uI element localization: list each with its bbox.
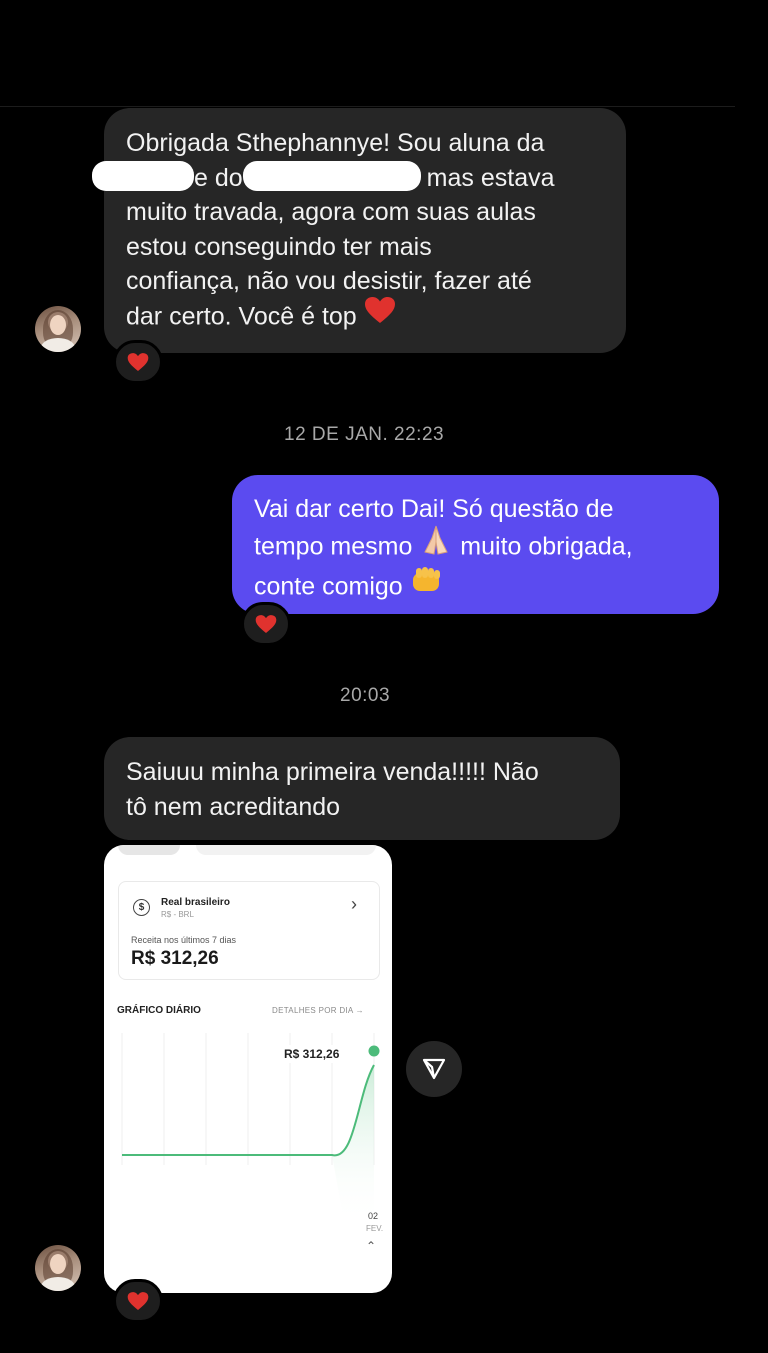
chevron-right-icon: › [351, 894, 357, 914]
screenshot-top-tab [118, 845, 180, 855]
header-divider [0, 106, 735, 107]
avatar[interactable] [35, 306, 81, 352]
currency-code: R$ - BRL [161, 910, 194, 919]
shared-screenshot[interactable]: $ Real brasileiro R$ - BRL › Receita nos… [104, 845, 392, 1293]
details-link: DETALHES POR DIA → [272, 1006, 364, 1015]
currency-name: Real brasileiro [161, 897, 230, 908]
outgoing-message[interactable]: Vai dar certo Dai! Só questão de tempo m… [232, 475, 719, 614]
msg2-line1: Vai dar certo Dai! Só questão de [254, 495, 614, 523]
timestamp: 20:03 [340, 685, 391, 706]
chart-point [368, 1045, 380, 1057]
chart-area-fill [332, 1065, 374, 1225]
msg3-line2: tô nem acreditando [126, 792, 341, 821]
msg2-line2: tempo mesmo muito obrigada, [254, 524, 697, 569]
msg2-line3: conte comigo [254, 565, 697, 608]
fist-icon [410, 565, 444, 605]
chevron-up-icon: ⌃ [366, 1239, 377, 1253]
heart-reaction-icon[interactable] [113, 1279, 163, 1323]
msg1-line1: Obrigada Sthephannye! Sou aluna da [126, 129, 545, 157]
revenue-label: Receita nos últimos 7 dias [131, 935, 237, 945]
msg1-line4: estou conseguindo ter mais [126, 232, 432, 261]
currency-card: $ Real brasileiro R$ - BRL › Receita nos… [118, 881, 380, 980]
heart-reaction-icon[interactable] [113, 340, 163, 384]
revenue-value: R$ 312,26 [131, 948, 219, 969]
praying-hands-icon [419, 524, 453, 566]
avatar-face [50, 315, 66, 335]
x-tick-month: FEV. [366, 1224, 384, 1233]
chart-title: GRÁFICO DIÁRIO [117, 1005, 201, 1016]
dollar-icon: $ [133, 899, 150, 916]
msg1-line2: e do mas estava [92, 160, 604, 196]
daily-chart [121, 1033, 380, 1225]
msg1-line6: dar certo. Você é top [126, 296, 604, 337]
msg1-line3: muito travada, agora com suas aulas [126, 198, 536, 226]
redacted-name-1 [92, 160, 194, 191]
heart-icon [364, 296, 396, 334]
msg1-line5: confiança, não vou desistir, fazer até [126, 267, 532, 295]
x-tick-day: 02 [368, 1211, 379, 1221]
heart-reaction-icon[interactable] [241, 602, 291, 646]
incoming-message-3[interactable]: Saiuuu minha primeira venda!!!!! Não tô … [104, 737, 620, 840]
avatar-body [41, 1277, 75, 1291]
avatar[interactable] [35, 1245, 81, 1291]
share-send-icon[interactable] [406, 1041, 462, 1097]
timestamp: 12 DE JAN. 22:23 [284, 424, 445, 445]
avatar-body [41, 338, 75, 352]
redacted-name-2 [242, 160, 421, 191]
incoming-message-1[interactable]: Obrigada Sthephannye! Sou aluna da e do m… [92, 108, 626, 353]
screenshot-top-bar [196, 845, 376, 855]
msg3-line1: Saiuuu minha primeira venda!!!!! Não [126, 758, 539, 786]
avatar-face [50, 1254, 66, 1274]
chart-point-label: R$ 312,26 [280, 1045, 344, 1063]
